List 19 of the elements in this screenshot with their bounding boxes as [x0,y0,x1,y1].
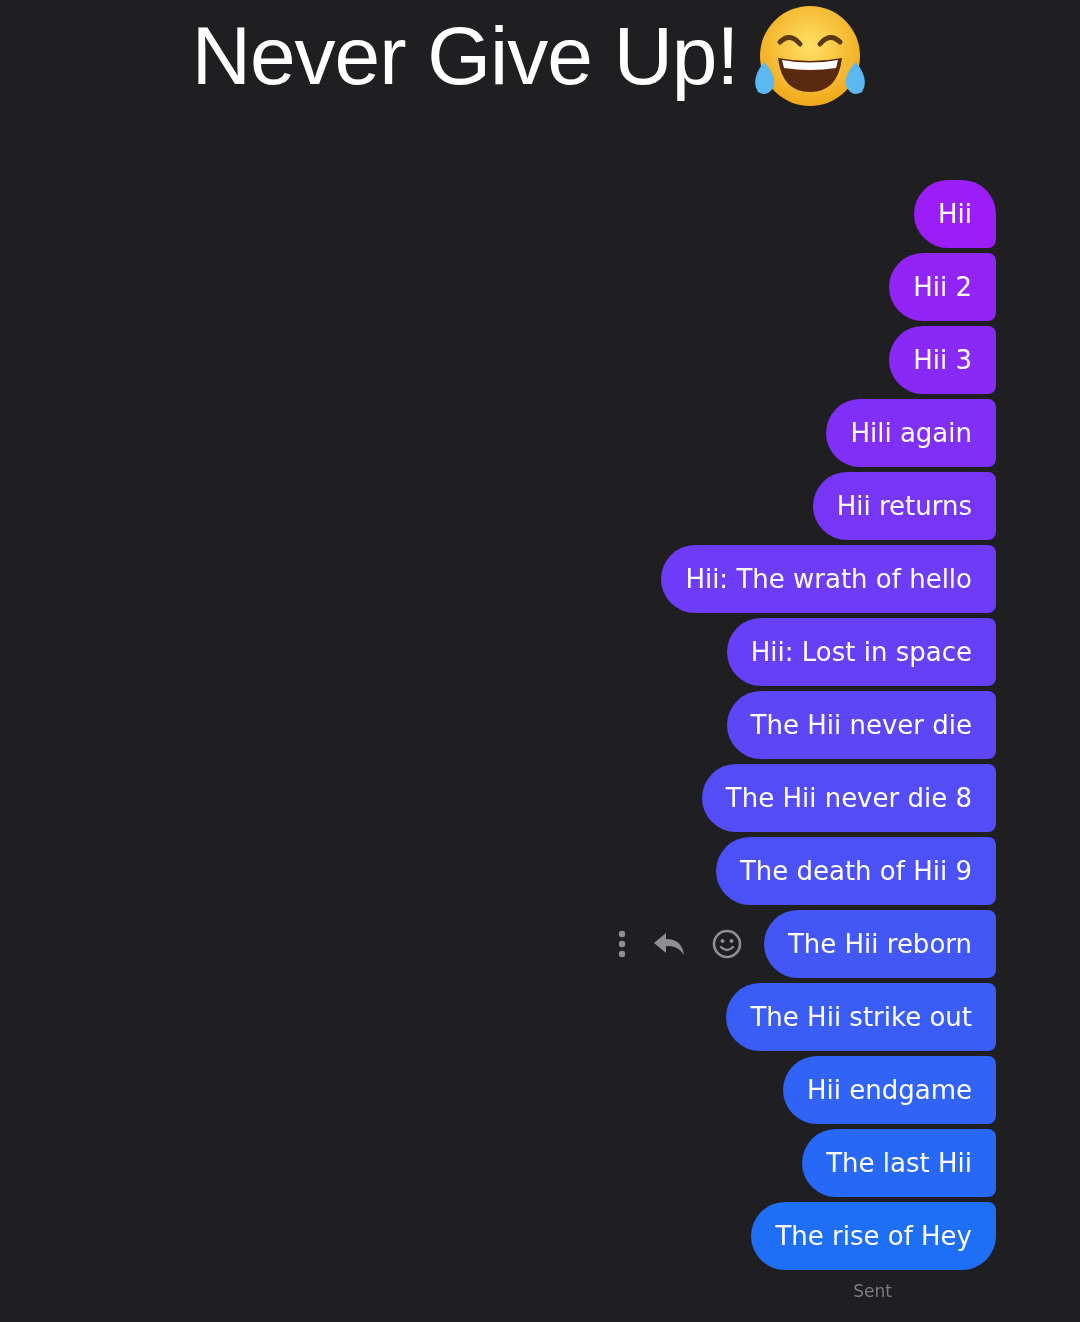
message-bubble[interactable]: Hii: The wrath of hello [661,545,996,613]
message-bubble[interactable]: The Hii never die [726,691,996,759]
message-bubble[interactable]: Hili again [826,399,996,467]
message-bubble[interactable]: Hii [914,180,996,248]
message-bubble[interactable]: The Hii reborn [763,910,996,978]
more-icon[interactable] [617,930,626,958]
message-bubble[interactable]: Hii 2 [889,253,996,321]
smiley-icon[interactable] [711,929,742,959]
message-bubble[interactable]: Hii endgame [783,1056,996,1124]
page-title: Never Give Up! [191,9,739,103]
message-bubble[interactable]: The last Hii [802,1129,996,1197]
message-bubble[interactable]: The Hii strike out [726,983,996,1051]
sent-status: Sent [853,1281,892,1301]
message-bubble[interactable]: The Hii never die 8 [701,764,996,832]
message-bubble[interactable]: The death of Hii 9 [715,837,996,905]
message-bubble[interactable]: Hii 3 [889,326,996,394]
message-bubble[interactable]: The rise of Hey [751,1202,996,1270]
message-bubble[interactable]: Hii: Lost in space [726,618,996,686]
message-bubble[interactable]: Hii returns [812,472,996,540]
